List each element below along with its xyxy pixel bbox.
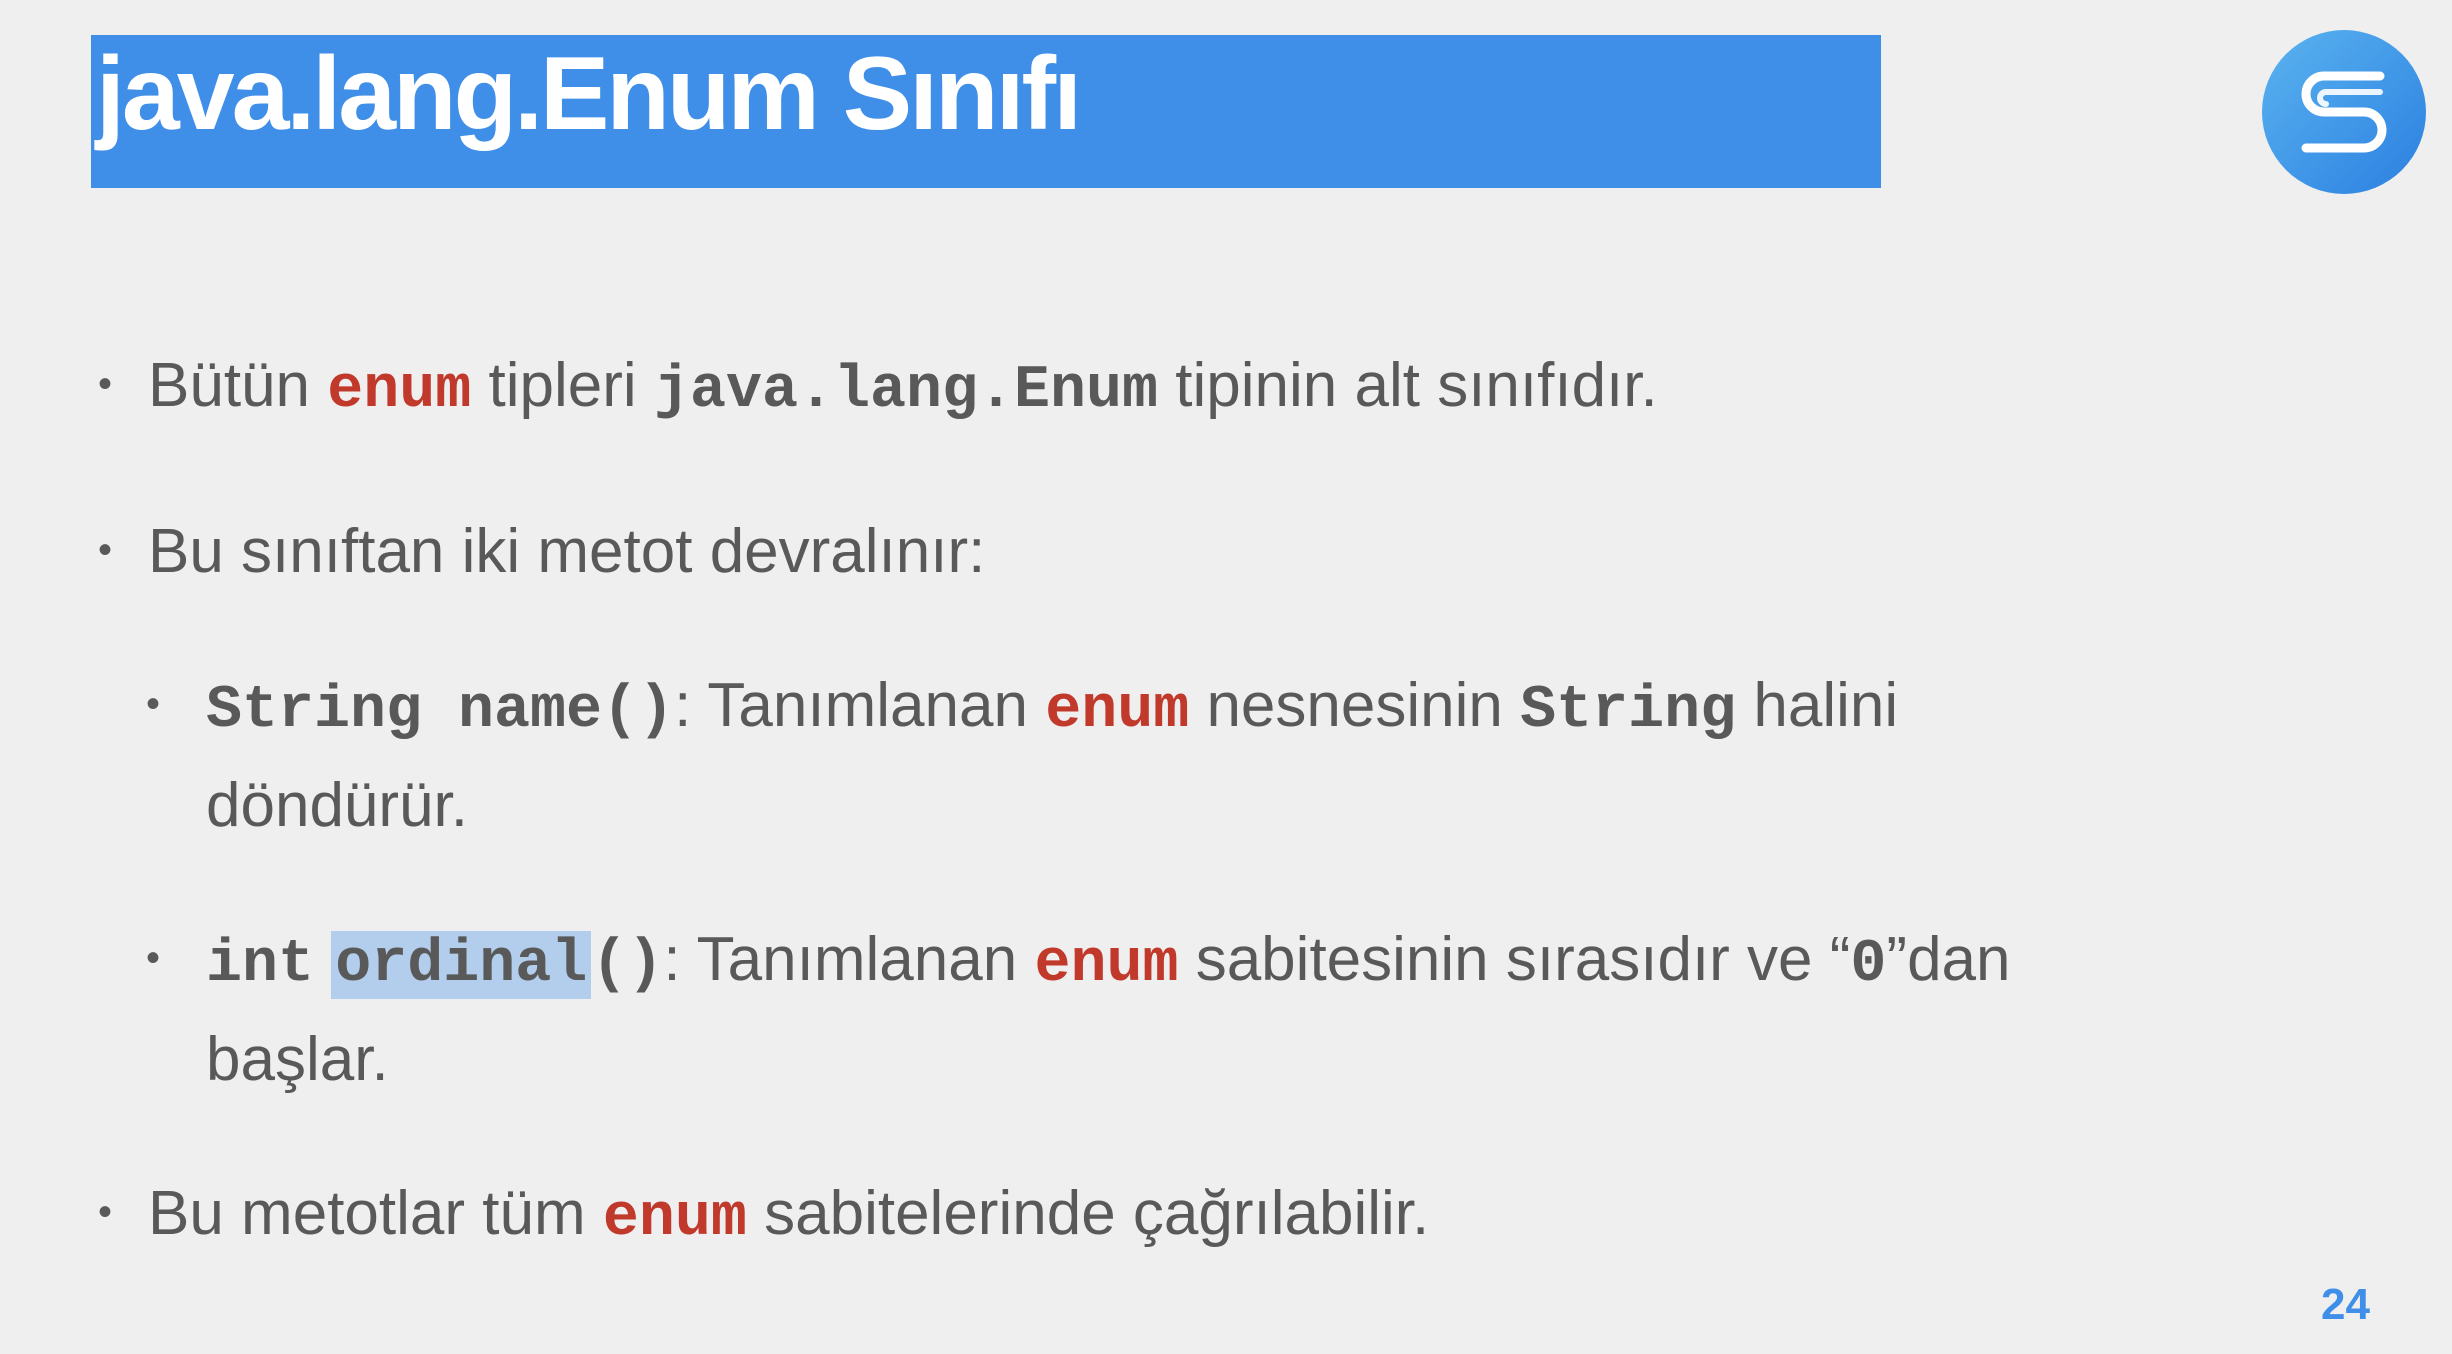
text: : Tanımlanan [674, 671, 1028, 740]
text: ”dan [1886, 925, 2011, 994]
bullet-1: Bütün enum tipleri java.lang.Enum tipini… [148, 336, 1658, 441]
text: : Tanımlanan [663, 925, 1018, 994]
code-string-name: String name() [206, 677, 675, 745]
bullet-3: String name(): Tanımlanan enum nesnesini… [206, 656, 1898, 761]
text: tipinin alt sınıfıdır. [1175, 351, 1658, 420]
keyword-enum: enum [602, 1185, 747, 1253]
bullet-2: Bu sınıftan iki metot devralınır: [148, 502, 985, 602]
text: nesnesinin [1206, 671, 1503, 740]
keyword-enum: enum [1045, 677, 1190, 745]
slide-content: • Bütün enum tipleri java.lang.Enum tipi… [0, 0, 2452, 1354]
text: Bu sınıftan iki metot devralınır: [148, 517, 986, 586]
bullet-dot-icon: • [146, 936, 161, 980]
code-java-lang-enum: java.lang.Enum [653, 357, 1159, 425]
bullet-dot-icon: • [98, 362, 113, 406]
code-zero: 0 [1850, 931, 1887, 999]
keyword-enum: enum [1034, 931, 1179, 999]
page-number: 24 [2321, 1280, 2370, 1329]
bullet-4-continuation: başlar. [206, 1010, 389, 1110]
keyword-enum: enum [327, 357, 472, 425]
text: sabitelerinde çağrılabilir. [764, 1179, 1430, 1248]
text: Bütün [148, 351, 311, 420]
bullet-4: int ordinal(): Tanımlanan enum sabitesin… [206, 910, 2011, 1015]
code-string: String [1520, 677, 1737, 745]
bullet-5: Bu metotlar tüm enum sabitelerinde çağrı… [148, 1164, 1429, 1269]
text: halini [1753, 671, 1899, 740]
text: döndürür. [206, 771, 468, 840]
text: Bu metotlar tüm [148, 1179, 586, 1248]
code-int: int [206, 931, 315, 999]
bullet-dot-icon: • [98, 1190, 113, 1234]
bullet-dot-icon: • [98, 528, 113, 572]
code-ordinal-highlighted[interactable]: ordinal [331, 931, 592, 999]
text: sabitesinin sırasıdır ve “ [1195, 925, 1851, 994]
bullet-dot-icon: • [146, 682, 161, 726]
code-parens: () [591, 931, 664, 999]
text: başlar. [206, 1025, 389, 1094]
text: tipleri [488, 351, 637, 420]
bullet-3-continuation: döndürür. [206, 756, 468, 856]
